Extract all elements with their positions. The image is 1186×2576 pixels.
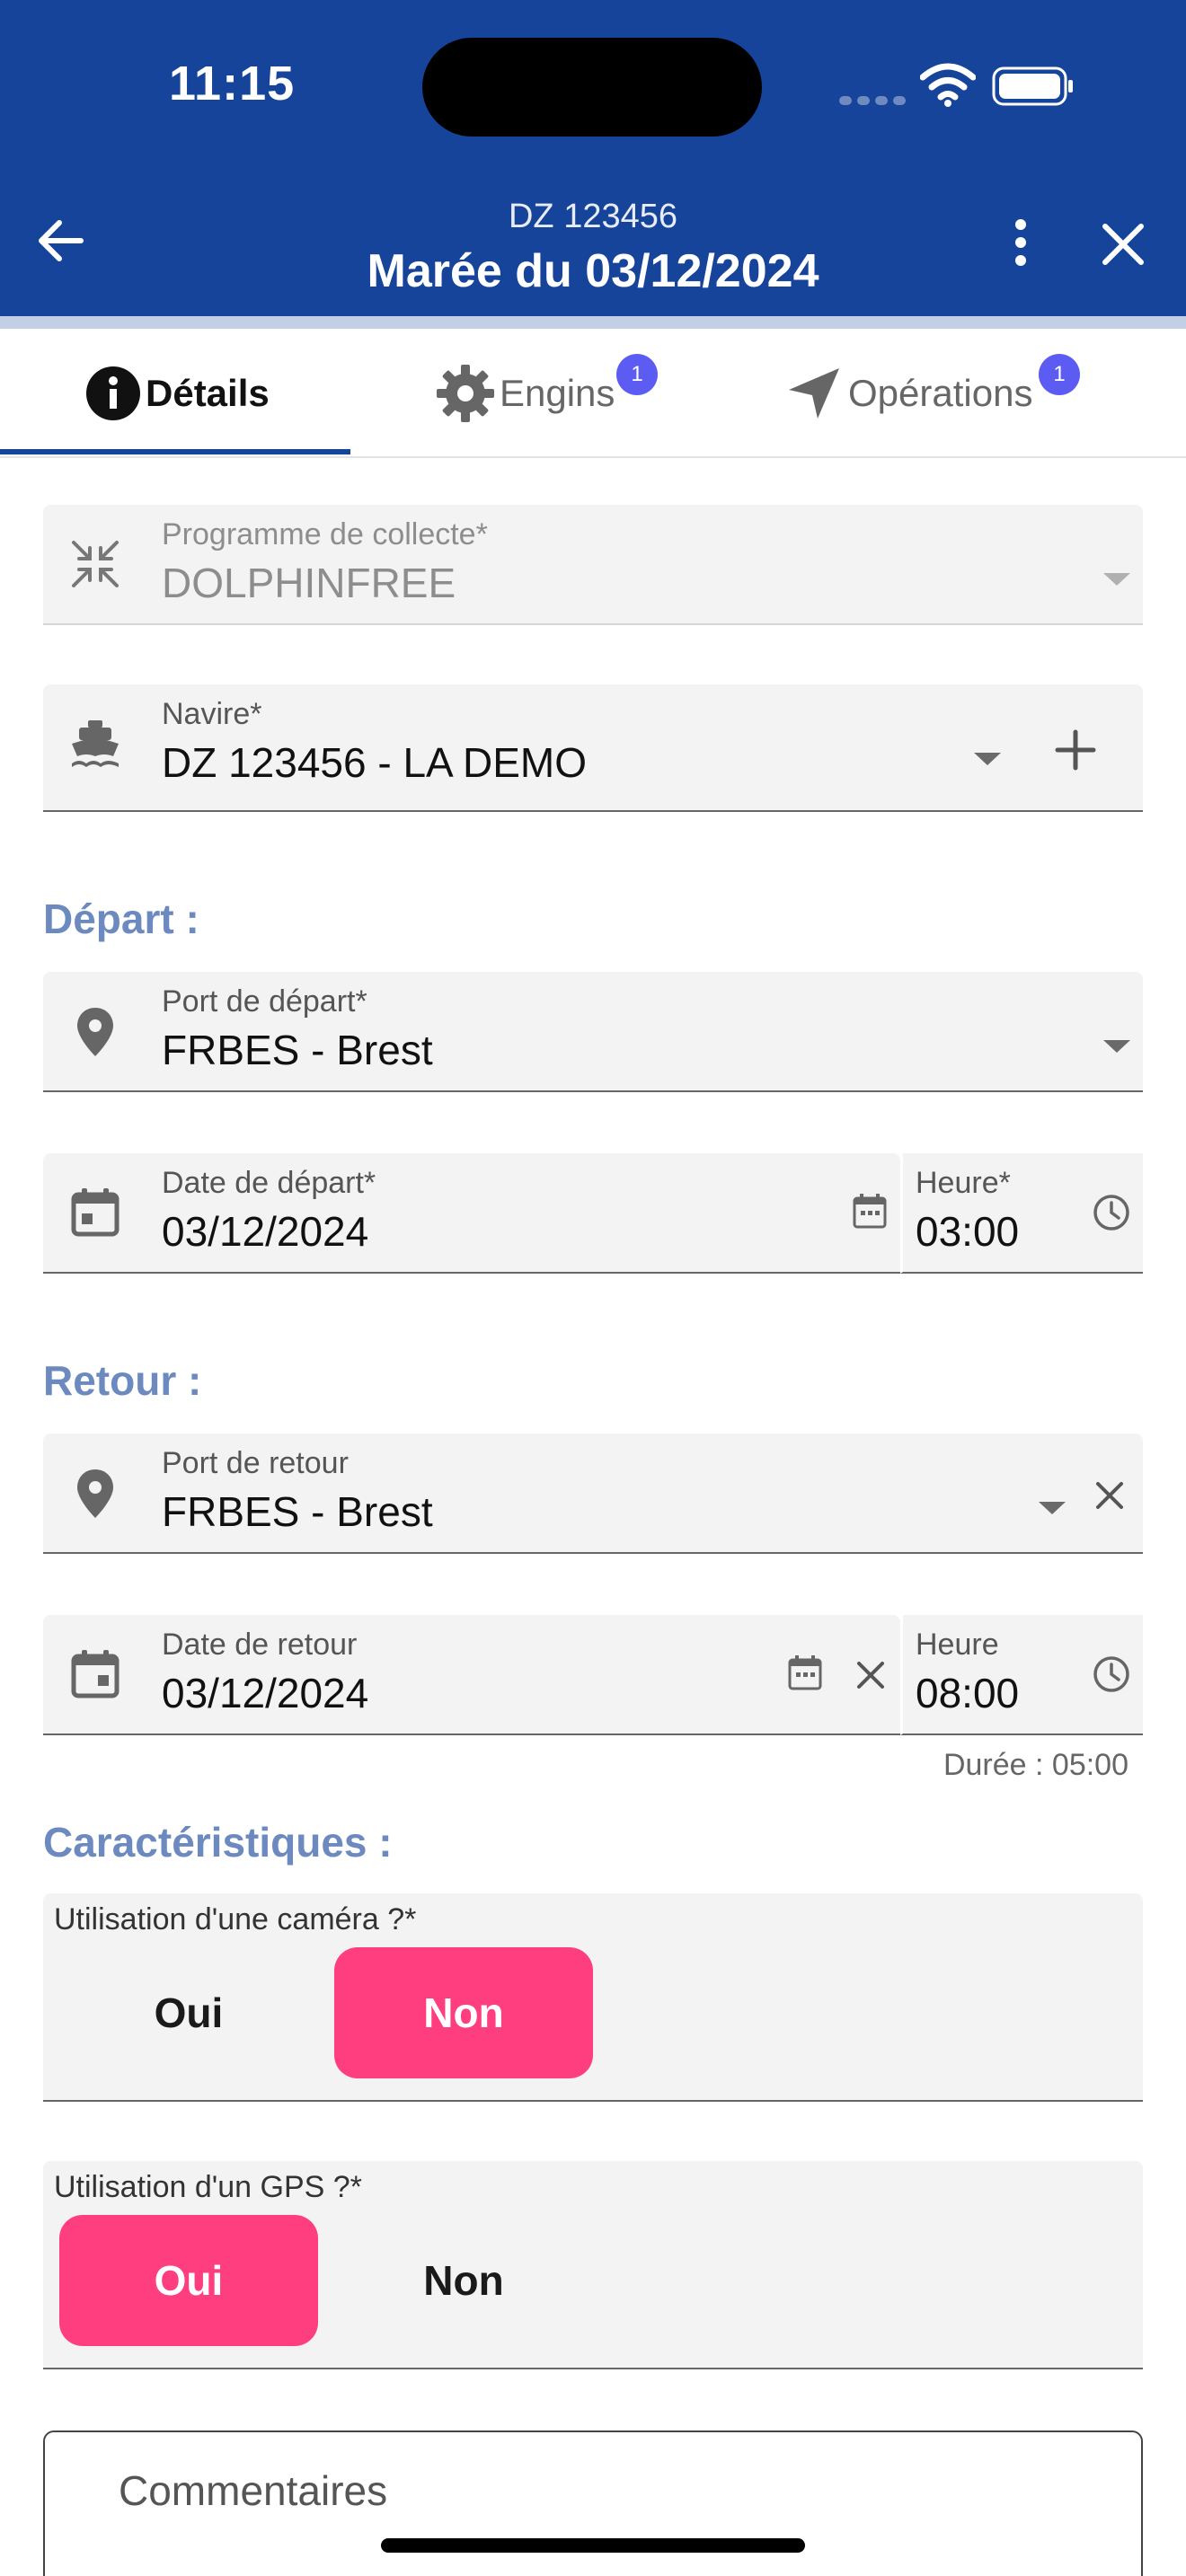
gps-toggle-group: Utilisation d'un GPS ?* Oui Non	[43, 2161, 1143, 2369]
tab-details-label: Détails	[146, 372, 270, 414]
calendar-picker-icon[interactable]	[787, 1654, 823, 1692]
date-depart-label: Date de départ*	[162, 1166, 376, 1200]
home-indicator	[381, 2538, 805, 2553]
close-icon[interactable]	[1098, 219, 1148, 269]
location-pin-icon	[77, 1008, 113, 1056]
date-depart-value: 03/12/2024	[162, 1208, 369, 1255]
time-retour-value: 08:00	[916, 1670, 1020, 1716]
app-bar-divider	[0, 316, 1186, 329]
clear-icon[interactable]	[1094, 1480, 1125, 1511]
calendar-icon	[71, 1188, 119, 1237]
chevron-down-icon[interactable]	[1103, 1040, 1130, 1053]
navire-label: Navire*	[162, 697, 262, 731]
add-icon[interactable]	[1055, 729, 1096, 771]
gps-oui-button[interactable]: Oui	[59, 2215, 318, 2346]
tab-engins-badge: 1	[616, 354, 658, 395]
calendar-icon	[71, 1650, 119, 1698]
time-depart-field[interactable]: Heure* 03:00	[900, 1153, 1143, 1274]
tab-details[interactable]: Détails	[84, 329, 270, 458]
programme-select: Programme de collecte* DOLPHINFREE	[43, 505, 1143, 625]
camera-oui-button[interactable]: Oui	[59, 1947, 318, 2078]
port-retour-value: FRBES - Brest	[162, 1488, 433, 1535]
navigation-arrow-icon	[789, 368, 839, 419]
gps-label: Utilisation d'un GPS ?*	[54, 2170, 362, 2204]
gps-non-button[interactable]: Non	[334, 2215, 593, 2346]
caracteristiques-section-title: Caractéristiques :	[43, 1819, 393, 1866]
battery-icon	[992, 66, 1073, 106]
compress-icon	[72, 541, 119, 587]
comments-placeholder: Commentaires	[119, 2467, 388, 2514]
tab-bar: Détails Engins 1 Opérations 1	[0, 329, 1186, 458]
tab-operations-label: Opérations	[848, 372, 1033, 414]
chevron-down-icon[interactable]	[974, 753, 1001, 765]
info-icon	[86, 366, 140, 420]
cellular-signal-icon	[839, 93, 911, 110]
programme-label: Programme de collecte*	[162, 517, 488, 551]
status-time: 11:15	[169, 57, 296, 110]
retour-section-title: Retour :	[43, 1357, 202, 1404]
depart-section-title: Départ :	[43, 895, 199, 942]
port-depart-select[interactable]: Port de départ* FRBES - Brest	[43, 972, 1143, 1092]
port-retour-select[interactable]: Port de retour FRBES - Brest	[43, 1434, 1143, 1554]
clock-icon[interactable]	[1092, 1193, 1131, 1232]
date-depart-field[interactable]: Date de départ* 03/12/2024	[43, 1153, 900, 1274]
programme-value: DOLPHINFREE	[162, 560, 456, 606]
time-depart-label: Heure*	[916, 1166, 1011, 1200]
clock-icon[interactable]	[1092, 1654, 1131, 1694]
tab-engins[interactable]: Engins	[435, 329, 615, 458]
location-pin-icon	[77, 1469, 113, 1518]
navire-select[interactable]: Navire* DZ 123456 - LA DEMO	[43, 684, 1143, 812]
chevron-down-icon	[1103, 573, 1130, 586]
port-depart-value: FRBES - Brest	[162, 1027, 433, 1073]
camera-non-button[interactable]: Non	[334, 1947, 593, 2078]
date-retour-value: 03/12/2024	[162, 1670, 369, 1716]
time-retour-label: Heure	[916, 1628, 999, 1662]
wifi-icon	[920, 63, 976, 107]
camera-label: Utilisation d'une caméra ?*	[54, 1902, 417, 1936]
tab-engins-label: Engins	[500, 372, 615, 414]
tab-operations-badge: 1	[1039, 354, 1080, 395]
camera-toggle-group: Utilisation d'une caméra ?* Oui Non	[43, 1893, 1143, 2102]
gear-icon	[437, 365, 494, 422]
port-retour-label: Port de retour	[162, 1446, 349, 1480]
comments-textarea[interactable]: Commentaires	[43, 2430, 1143, 2576]
time-depart-value: 03:00	[916, 1208, 1020, 1255]
tab-operations[interactable]: Opérations	[783, 329, 1032, 458]
time-retour-field[interactable]: Heure 08:00	[900, 1615, 1143, 1735]
navire-value: DZ 123456 - LA DEMO	[162, 739, 587, 786]
chevron-down-icon[interactable]	[1039, 1502, 1066, 1514]
port-depart-label: Port de départ*	[162, 984, 367, 1019]
more-vertical-icon[interactable]	[1001, 216, 1040, 269]
calendar-picker-icon[interactable]	[852, 1193, 888, 1231]
clear-icon[interactable]	[855, 1660, 886, 1690]
duration-text: Durée : 05:00	[943, 1748, 1128, 1782]
date-retour-field[interactable]: Date de retour 03/12/2024	[43, 1615, 900, 1735]
active-tab-indicator	[0, 449, 350, 454]
dynamic-island	[422, 38, 762, 137]
boat-icon	[72, 720, 119, 767]
date-retour-label: Date de retour	[162, 1628, 358, 1662]
app-bar: 11:15 DZ 123456 Marée du 03/12/2024	[0, 0, 1186, 316]
